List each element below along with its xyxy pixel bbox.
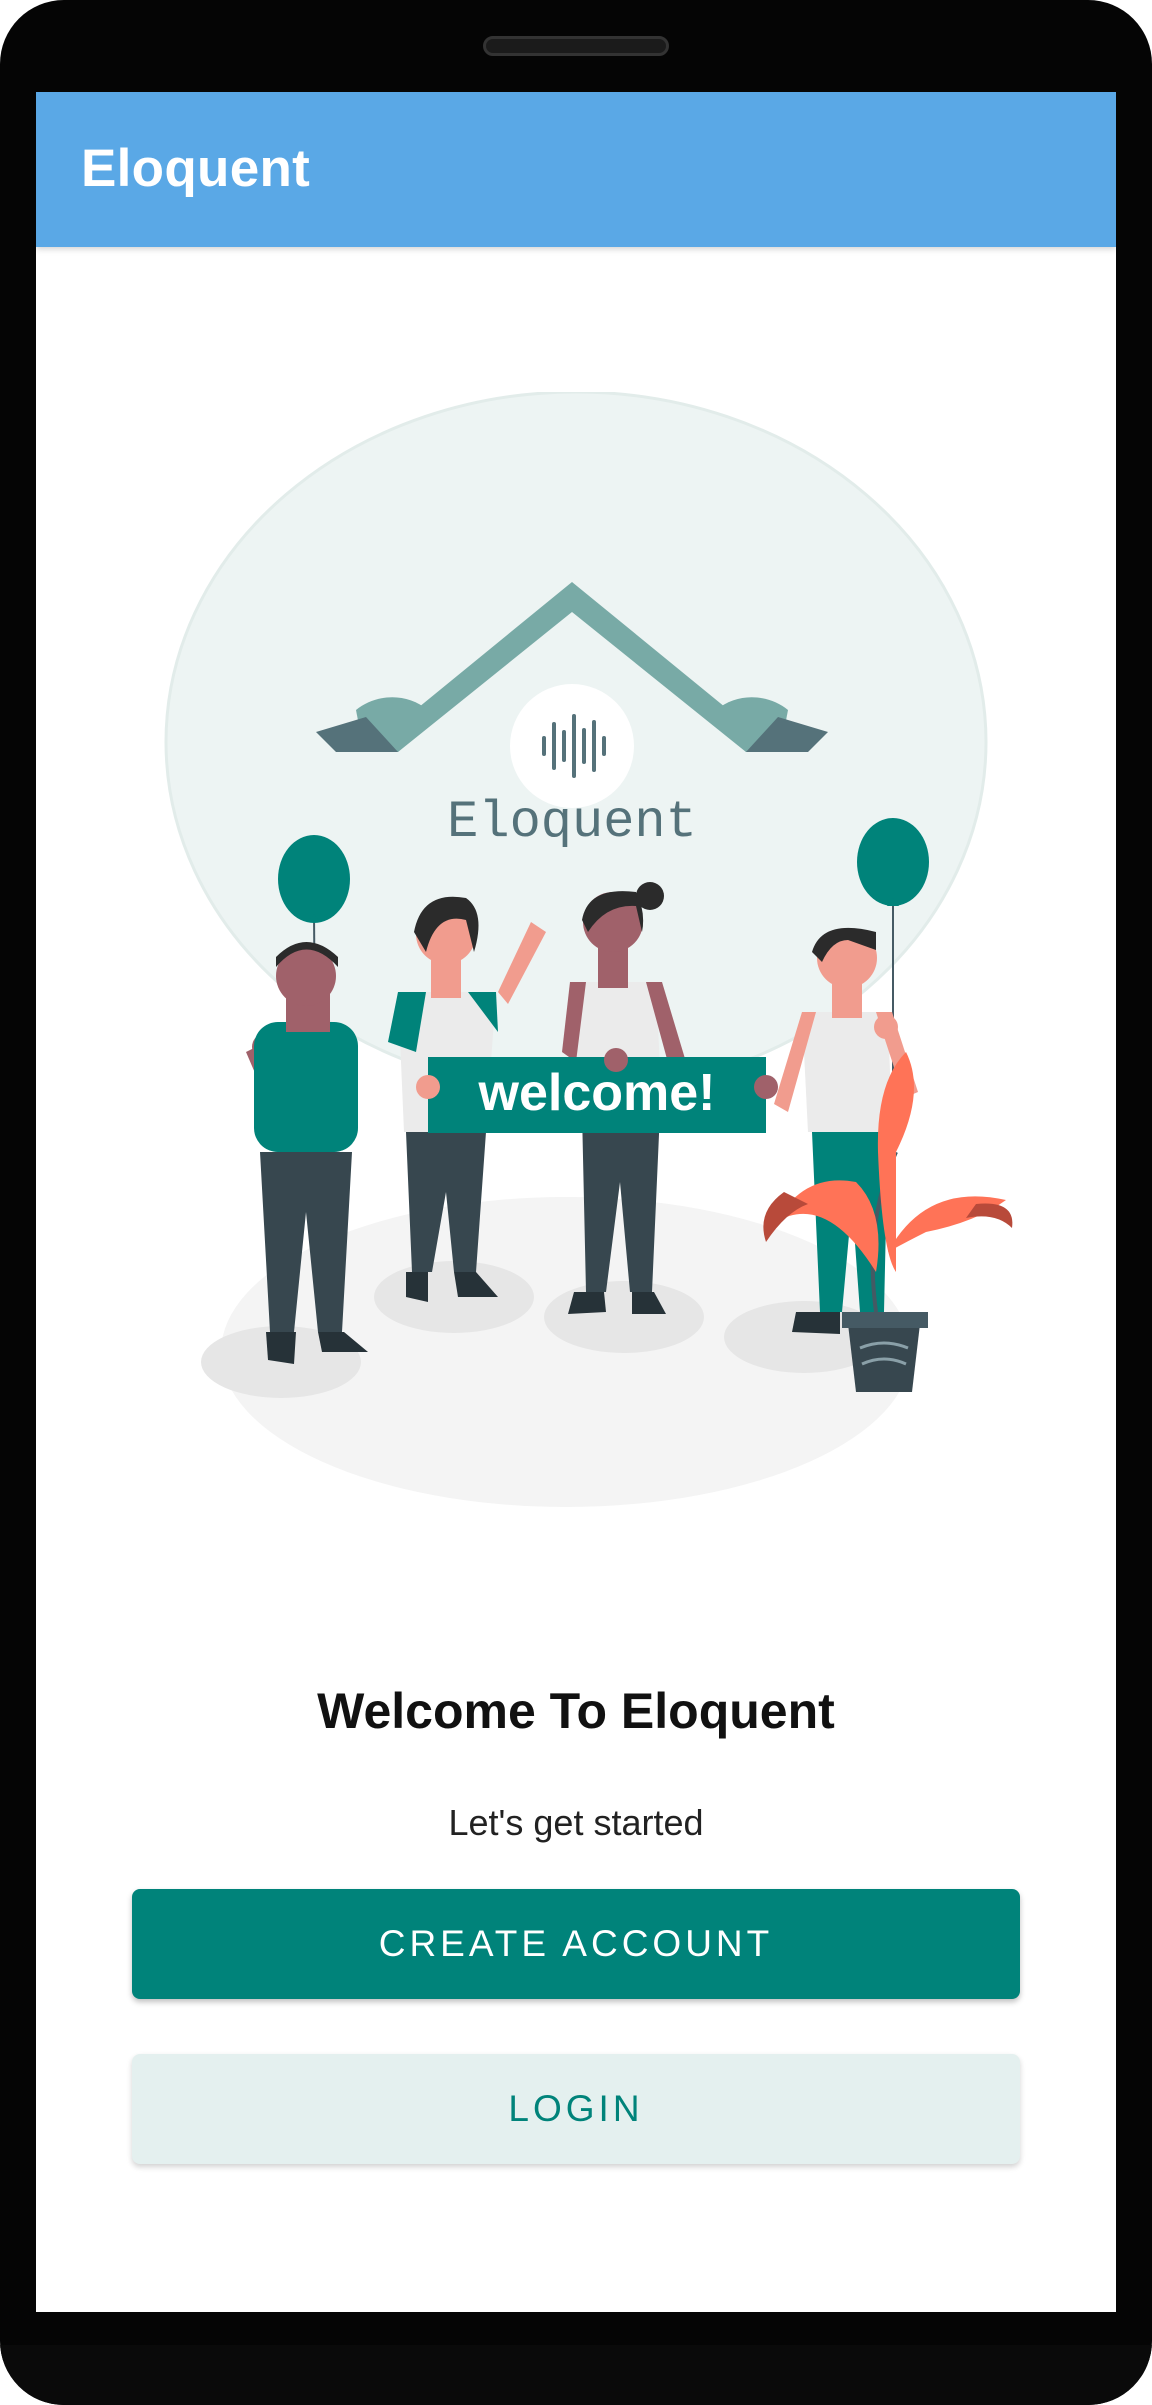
welcome-banner: welcome! bbox=[416, 1048, 778, 1133]
subtitle-text: Let's get started bbox=[448, 1802, 704, 1843]
logo-text: Eloquent bbox=[447, 793, 697, 852]
app-screen: Eloquent Eloquent welcome! Welcome To El… bbox=[36, 92, 1116, 2312]
login-button[interactable]: LOGIN bbox=[132, 2054, 1020, 2164]
bottom-bezel bbox=[0, 2345, 1152, 2405]
create-account-button[interactable]: CREATE ACCOUNT bbox=[132, 1889, 1020, 1999]
speaker-grille bbox=[483, 36, 669, 56]
welcome-illustration: Eloquent welcome! bbox=[164, 392, 1013, 1507]
app-title: Eloquent bbox=[81, 139, 311, 198]
welcome-heading: Welcome To Eloquent bbox=[317, 1683, 835, 1739]
device-frame: Eloquent Eloquent welcome! Welcome To El… bbox=[0, 0, 1152, 2405]
app-bar: Eloquent bbox=[36, 92, 1116, 247]
soundwave-icon bbox=[542, 714, 606, 778]
banner-text: welcome! bbox=[478, 1064, 716, 1122]
